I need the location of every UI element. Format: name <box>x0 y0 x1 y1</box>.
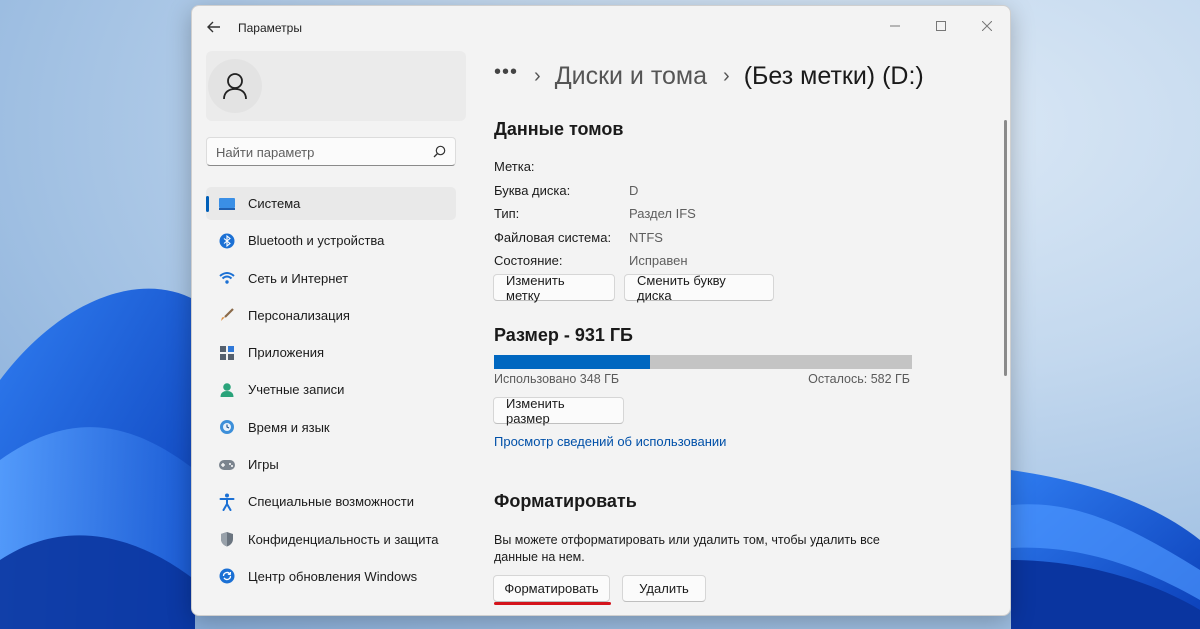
sidebar-item-label: Сеть и Интернет <box>248 270 349 286</box>
disk-usage-bar-fill <box>494 355 651 369</box>
format-button[interactable]: Форматировать <box>493 575 610 602</box>
sidebar-item-accounts[interactable]: Учетные записи <box>206 373 456 406</box>
user-icon <box>223 73 247 100</box>
account-icon <box>218 381 236 399</box>
page-title: (Без метки) (D:) <box>743 61 924 90</box>
wifi-icon <box>218 269 236 287</box>
accessibility-icon <box>218 493 236 511</box>
title-bar: Параметры <box>192 6 1010 46</box>
prop-label-status: Состояние: <box>494 253 563 268</box>
prop-value-drive-letter: D <box>629 183 639 198</box>
sidebar-item-personalization[interactable]: Персонализация <box>206 299 456 332</box>
maximize-icon <box>936 21 946 31</box>
sidebar-nav: Система Bluetooth и устройства Сеть и Ин… <box>206 187 456 597</box>
sidebar-item-label: Система <box>248 196 301 211</box>
sidebar-item-network[interactable]: Сеть и Интернет <box>206 262 456 295</box>
sidebar-item-label: Конфиденциальность и защита <box>248 531 439 547</box>
close-button[interactable] <box>964 12 1010 40</box>
prop-value-filesystem: NTFS <box>629 230 663 245</box>
profile-card[interactable] <box>206 51 466 121</box>
sidebar-item-label: Персонализация <box>248 307 350 323</box>
search-box[interactable] <box>206 137 456 166</box>
breadcrumb: ••• › Диски и тома › (Без метки) (D:) <box>494 58 924 94</box>
minimize-button[interactable] <box>872 12 918 40</box>
used-space-text: Использовано 348 ГБ <box>494 372 620 386</box>
brush-icon <box>218 306 236 324</box>
search-input[interactable] <box>216 143 416 161</box>
sidebar-item-gaming[interactable]: Игры <box>206 448 456 481</box>
shield-icon <box>218 530 236 548</box>
window-title: Параметры <box>238 21 302 35</box>
apps-icon <box>218 344 236 362</box>
prop-label-filesystem: Файловая система: <box>494 230 612 245</box>
sidebar-item-apps[interactable]: Приложения <box>206 336 456 369</box>
back-arrow-icon <box>207 21 220 33</box>
sidebar-item-label: Приложения <box>248 345 325 361</box>
prop-label-label: Метка: <box>494 159 535 174</box>
gamepad-icon <box>218 456 236 474</box>
settings-window: Параметры Система <box>191 5 1011 616</box>
format-description: Вы можете отформатировать или удалить то… <box>494 533 880 564</box>
sidebar-item-label: Учетные записи <box>248 382 345 398</box>
close-icon <box>982 21 992 31</box>
free-space-text: Осталось: 582 ГБ <box>808 372 910 386</box>
bluetooth-icon <box>218 232 236 250</box>
usage-details-link[interactable]: Просмотр сведений об использовании <box>494 434 726 449</box>
sidebar-item-windows-update[interactable]: Центр обновления Windows <box>206 560 456 593</box>
volume-data-heading: Данные томов <box>494 119 624 139</box>
sidebar-item-bluetooth[interactable]: Bluetooth и устройства <box>206 224 456 257</box>
size-heading: Размер - 931 ГБ <box>494 325 633 345</box>
scrollbar-thumb[interactable] <box>1004 120 1007 376</box>
prop-value-status: Исправен <box>629 253 688 268</box>
breadcrumb-overflow-button[interactable]: ••• <box>494 61 518 84</box>
search-icon[interactable] <box>433 145 446 158</box>
update-icon <box>218 567 236 585</box>
prop-value-type: Раздел IFS <box>629 206 696 221</box>
maximize-button[interactable] <box>918 12 964 40</box>
disk-usage-bar <box>494 355 912 369</box>
sidebar-item-label: Игры <box>248 457 279 473</box>
globe-clock-icon <box>218 418 236 436</box>
sidebar-item-label: Время и язык <box>248 419 330 435</box>
sidebar-item-label: Специальные возможности <box>248 494 414 510</box>
avatar <box>208 59 262 113</box>
chevron-right-icon: › <box>723 64 730 87</box>
sidebar-item-privacy[interactable]: Конфиденциальность и защита <box>206 523 456 556</box>
change-label-button[interactable]: Изменить метку <box>493 273 615 303</box>
prop-label-drive-letter: Буква диска: <box>494 183 571 198</box>
format-heading: Форматировать <box>494 491 637 511</box>
sidebar-item-label: Bluetooth и устройства <box>248 233 385 249</box>
change-drive-letter-button[interactable]: Сменить букву диска <box>624 273 774 303</box>
sidebar-item-label: Центр обновления Windows <box>248 568 418 584</box>
sidebar-item-system[interactable]: Система <box>206 187 456 220</box>
chevron-right-icon: › <box>534 64 541 87</box>
system-icon <box>218 195 236 213</box>
sidebar-item-accessibility[interactable]: Специальные возможности <box>206 485 456 518</box>
highlight-underline <box>494 602 611 605</box>
breadcrumb-item-disks[interactable]: Диски и тома <box>555 62 707 91</box>
minimize-icon <box>890 25 900 27</box>
sidebar-item-time-language[interactable]: Время и язык <box>206 411 456 444</box>
delete-button[interactable]: Удалить <box>622 575 706 602</box>
back-button[interactable] <box>202 16 226 38</box>
prop-label-type: Тип: <box>494 206 520 221</box>
resize-button[interactable]: Изменить размер <box>493 396 624 426</box>
